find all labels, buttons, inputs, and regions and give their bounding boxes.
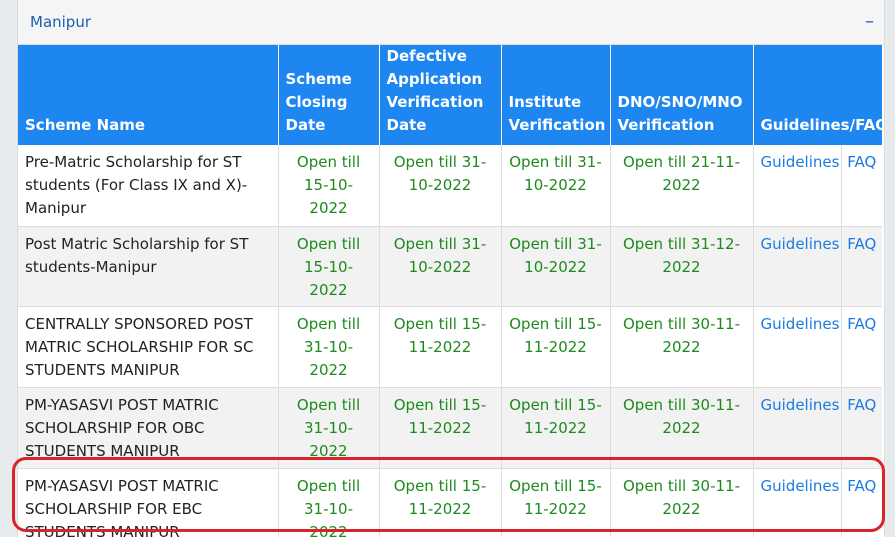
defective-date: Open till 31-10-2022 [379, 145, 502, 227]
defective-date: Open till 15-11-2022 [379, 306, 502, 388]
header-defective-verification: Defective Application Verification Date [379, 45, 502, 145]
defective-date: Open till 15-11-2022 [379, 387, 502, 469]
institute-date: Open till 15-11-2022 [501, 306, 611, 388]
collapse-icon[interactable]: – [865, 11, 874, 32]
defective-date: Open till 31-10-2022 [379, 226, 502, 307]
guidelines-link[interactable]: Guidelines [753, 387, 842, 469]
faq-link[interactable]: FAQ [841, 226, 883, 307]
table-row: Post Matric Scholarship for ST students-… [18, 226, 883, 307]
dno-date: Open till 30-11-2022 [610, 306, 754, 388]
header-dno-verification: DNO/SNO/MNO Verification [610, 45, 754, 145]
header-institute-verification: Institute Verification [501, 45, 611, 145]
dno-date: Open till 21-11-2022 [610, 145, 754, 227]
scheme-name: PM-YASASVI POST MATRIC SCHOLARSHIP FOR E… [18, 468, 279, 537]
scheme-table: Scheme Name Scheme Closing Date Defectiv… [18, 45, 884, 537]
faq-link[interactable]: FAQ [841, 468, 883, 537]
guidelines-link[interactable]: Guidelines [753, 226, 842, 307]
panel-header[interactable]: Manipur – [18, 0, 884, 45]
panel-title[interactable]: Manipur [30, 13, 91, 31]
header-closing-date: Scheme Closing Date [278, 45, 380, 145]
institute-date: Open till 31-10-2022 [501, 226, 611, 307]
defective-date: Open till 15-11-2022 [379, 468, 502, 537]
guidelines-link[interactable]: Guidelines [753, 468, 842, 537]
guidelines-link[interactable]: Guidelines [753, 145, 842, 227]
closing-date: Open till 31-10-2022 [278, 468, 380, 537]
guidelines-link[interactable]: Guidelines [753, 306, 842, 388]
institute-date: Open till 15-11-2022 [501, 387, 611, 469]
dno-date: Open till 30-11-2022 [610, 468, 754, 537]
scheme-name: PM-YASASVI POST MATRIC SCHOLARSHIP FOR O… [18, 387, 279, 469]
scheme-panel: Manipur – Scheme Name Scheme Closing Dat… [17, 0, 885, 537]
closing-date: Open till 31-10-2022 [278, 306, 380, 388]
header-guidelines-faq: Guidelines/FAQ [753, 45, 884, 145]
scheme-name: CENTRALLY SPONSORED POST MATRIC SCHOLARS… [18, 306, 279, 388]
table-row: PM-YASASVI POST MATRIC SCHOLARSHIP FOR E… [18, 468, 883, 537]
table-header-row: Scheme Name Scheme Closing Date Defectiv… [18, 45, 884, 145]
header-scheme-name: Scheme Name [18, 45, 279, 145]
table-row: CENTRALLY SPONSORED POST MATRIC SCHOLARS… [18, 306, 883, 388]
institute-date: Open till 15-11-2022 [501, 468, 611, 537]
faq-link[interactable]: FAQ [841, 145, 883, 227]
faq-link[interactable]: FAQ [841, 306, 883, 388]
table-row: Pre-Matric Scholarship for ST students (… [18, 145, 883, 227]
closing-date: Open till 15-10-2022 [278, 226, 380, 307]
dno-date: Open till 31-12-2022 [610, 226, 754, 307]
faq-link[interactable]: FAQ [841, 387, 883, 469]
closing-date: Open till 31-10-2022 [278, 387, 380, 469]
scheme-name: Pre-Matric Scholarship for ST students (… [18, 145, 279, 227]
dno-date: Open till 30-11-2022 [610, 387, 754, 469]
scheme-name: Post Matric Scholarship for ST students-… [18, 226, 279, 307]
institute-date: Open till 31-10-2022 [501, 145, 611, 227]
closing-date: Open till 15-10-2022 [278, 145, 380, 227]
table-row: PM-YASASVI POST MATRIC SCHOLARSHIP FOR O… [18, 387, 883, 469]
